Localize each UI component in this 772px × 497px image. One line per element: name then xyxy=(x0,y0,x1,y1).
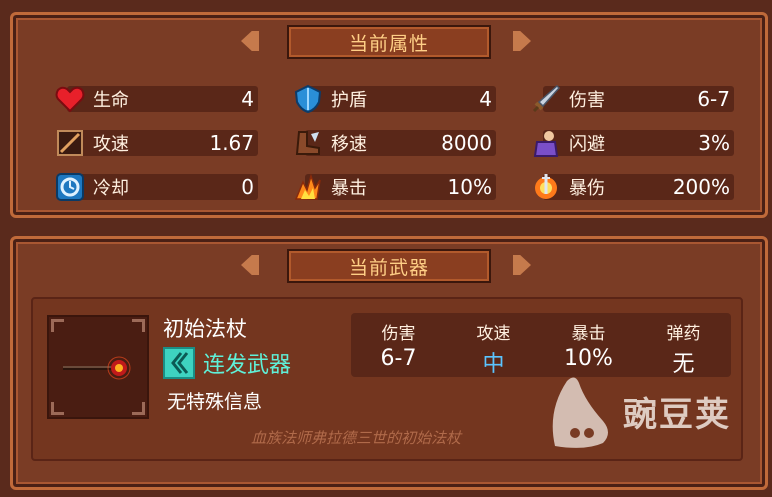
staff-icon xyxy=(63,356,131,380)
stat-label: 护盾 xyxy=(331,90,367,111)
heart-icon xyxy=(53,83,87,115)
title-ornament-left xyxy=(241,31,259,51)
stat-crit-damage: 暴伤 200% xyxy=(529,171,734,203)
watermark: 豌豆荚 xyxy=(545,371,731,451)
weapon-stat-value: 10% xyxy=(564,346,613,371)
stat-value: 3% xyxy=(698,131,730,155)
weapon-panel-title: 当前武器 xyxy=(287,249,491,283)
title-ornament-right xyxy=(513,255,531,275)
dodge-icon xyxy=(529,127,563,159)
stats-panel: 当前属性 生命 4 护盾 4 伤害 6-7 攻速 1.67 移速 8000 闪避… xyxy=(10,12,768,218)
stat-dodge: 闪避 3% xyxy=(529,127,734,159)
stat-value: 200% xyxy=(672,175,730,199)
title-ornament-left xyxy=(241,255,259,275)
weapon-stat-crit: 暴击 10% xyxy=(541,313,636,378)
stat-label: 攻速 xyxy=(93,134,129,155)
stat-value: 4 xyxy=(241,87,254,111)
stat-value: 1.67 xyxy=(209,131,254,155)
stat-move-speed: 移速 8000 xyxy=(291,127,496,159)
crit-icon xyxy=(291,171,325,203)
sword-icon xyxy=(529,83,563,115)
weapon-panel: 当前武器 初始法杖 连发武器 无特殊信息 血族法师弗拉德三世的初始法杖 伤害 6… xyxy=(10,236,768,490)
stat-label: 伤害 xyxy=(569,90,605,111)
stat-damage: 伤害 6-7 xyxy=(529,83,734,115)
stats-panel-title: 当前属性 xyxy=(287,25,491,59)
weapon-type-label: 连发武器 xyxy=(203,353,292,378)
weapon-stat-ammo: 弹药 无 xyxy=(636,313,731,378)
title-ornament-right xyxy=(513,31,531,51)
stat-value: 0 xyxy=(241,175,254,199)
boot-icon xyxy=(291,127,325,159)
stat-label: 冷却 xyxy=(93,178,129,199)
stat-label: 生命 xyxy=(93,90,129,111)
weapon-description: 血族法师弗拉德三世的初始法杖 xyxy=(251,429,462,447)
stat-cooldown: 冷却 0 xyxy=(53,171,258,203)
weapon-stat-label: 暴击 xyxy=(571,324,606,344)
pea-logo-icon xyxy=(552,377,608,448)
cooldown-icon xyxy=(53,171,87,203)
attack-speed-icon xyxy=(53,127,87,159)
stat-value: 6-7 xyxy=(697,87,730,111)
weapon-name: 初始法杖 xyxy=(163,317,247,341)
stat-crit: 暴击 10% xyxy=(291,171,496,203)
stat-value: 4 xyxy=(479,87,492,111)
weapon-stat-attack-speed: 攻速 中 xyxy=(446,313,541,378)
stat-label: 暴伤 xyxy=(569,178,605,199)
stat-value: 8000 xyxy=(441,131,492,155)
watermark-text: 豌豆荚 xyxy=(623,394,731,435)
shield-icon xyxy=(291,83,325,115)
weapon-stat-label: 攻速 xyxy=(476,324,511,344)
crit-damage-icon xyxy=(529,171,563,203)
stats-grid: 生命 4 护盾 4 伤害 6-7 攻速 1.67 移速 8000 闪避 3% 冷… xyxy=(53,83,734,203)
burst-weapon-icon xyxy=(163,347,195,379)
stat-value: 10% xyxy=(447,175,492,199)
weapon-stat-damage: 伤害 6-7 xyxy=(351,313,446,378)
stat-label: 移速 xyxy=(331,134,367,155)
weapon-stat-value: 中 xyxy=(482,352,505,377)
stat-label: 暴击 xyxy=(331,178,367,199)
weapon-stat-label: 伤害 xyxy=(381,324,416,344)
weapon-stat-value: 6-7 xyxy=(380,346,417,371)
stat-health: 生命 4 xyxy=(53,83,258,115)
stat-attack-speed: 攻速 1.67 xyxy=(53,127,258,159)
stat-shield: 护盾 4 xyxy=(291,83,496,115)
stat-label: 闪避 xyxy=(569,134,605,155)
weapon-stats: 伤害 6-7 攻速 中 暴击 10% 弹药 无 xyxy=(351,313,731,377)
weapon-stat-label: 弹药 xyxy=(666,324,701,344)
weapon-image-frame xyxy=(47,315,149,419)
weapon-info: 无特殊信息 xyxy=(167,391,263,413)
